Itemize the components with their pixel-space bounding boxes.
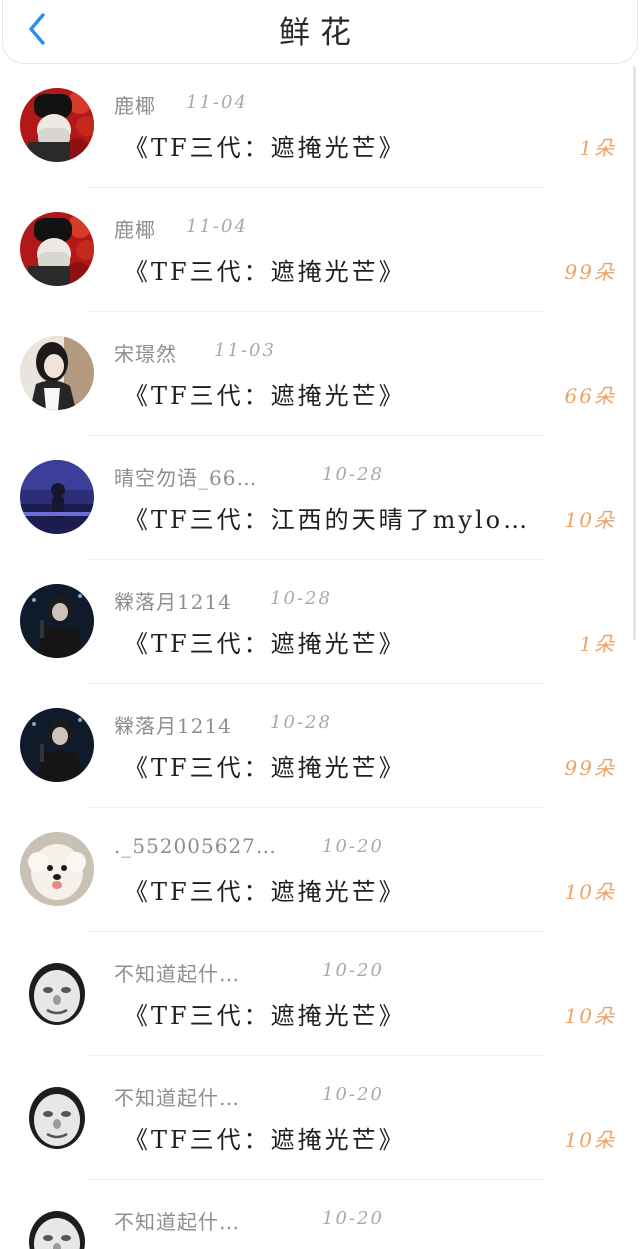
- flower-count: 99朵: [564, 260, 616, 284]
- row-meta: 晴空勿语_66… 10-28: [114, 462, 382, 491]
- username[interactable]: 鹿椰: [114, 90, 156, 119]
- avatar-image: [20, 336, 94, 410]
- list-item[interactable]: 晴空勿语_66… 10-28 《TF三代：江西的天晴了mylo… 10朵: [0, 436, 640, 560]
- avatar[interactable]: [20, 708, 94, 782]
- song-title: 《TF三代：遮掩光芒》: [124, 1002, 406, 1030]
- avatar[interactable]: [20, 1080, 94, 1154]
- song-title: 《TF三代：江西的天晴了mylo…: [124, 506, 531, 534]
- list-item[interactable]: 不知道起什… 10-20 《TF三代：遮掩光芒》 10朵: [0, 932, 640, 1056]
- list-item[interactable]: 檾落月1214 10-28 《TF三代：遮掩光芒》 99朵: [0, 684, 640, 808]
- flower-count: 10朵: [564, 880, 616, 904]
- list-item[interactable]: 不知道起什… 10-20 《TF三代：遮掩光芒》 10朵: [0, 1056, 640, 1180]
- row-meta: ._552005627… 10-20: [114, 834, 382, 860]
- row-meta: 不知道起什… 10-20: [114, 1206, 382, 1235]
- date: 10-20: [322, 836, 384, 857]
- top-bar: 鲜花: [2, 0, 638, 64]
- avatar-image: [20, 832, 94, 906]
- page-title: 鲜花: [279, 15, 361, 51]
- username[interactable]: ._552005627…: [114, 834, 277, 858]
- date: 11-04: [186, 216, 248, 237]
- username[interactable]: 不知道起什…: [114, 958, 240, 987]
- avatar-image: [20, 1204, 94, 1249]
- list-item[interactable]: 不知道起什… 10-20: [0, 1180, 640, 1249]
- song-title: 《TF三代：遮掩光芒》: [124, 630, 406, 658]
- row-meta: 鹿椰 11-04: [114, 90, 246, 119]
- avatar[interactable]: [20, 956, 94, 1030]
- date: 11-03: [214, 340, 276, 361]
- avatar-image: [20, 708, 94, 782]
- avatar-image: [20, 956, 94, 1030]
- avatar-image: [20, 584, 94, 658]
- date: 11-04: [186, 92, 248, 113]
- row-meta: 不知道起什… 10-20: [114, 958, 382, 987]
- date: 10-28: [270, 588, 332, 609]
- flower-count: 1朵: [579, 136, 616, 160]
- song-title: 《TF三代：遮掩光芒》: [124, 134, 406, 162]
- avatar[interactable]: [20, 1204, 94, 1249]
- username[interactable]: 不知道起什…: [114, 1206, 240, 1235]
- username[interactable]: 檾落月1214: [114, 586, 232, 615]
- song-title: 《TF三代：遮掩光芒》: [124, 754, 406, 782]
- username[interactable]: 宋璟然: [114, 338, 177, 367]
- flower-count: 10朵: [564, 1004, 616, 1028]
- song-title: 《TF三代：遮掩光芒》: [124, 258, 406, 286]
- list-item[interactable]: 鹿椰 11-04 《TF三代：遮掩光芒》 99朵: [0, 188, 640, 312]
- song-title: 《TF三代：遮掩光芒》: [124, 878, 406, 906]
- row-meta: 宋璟然 11-03: [114, 338, 274, 367]
- avatar-image: [20, 212, 94, 286]
- avatar[interactable]: [20, 460, 94, 534]
- avatar[interactable]: [20, 832, 94, 906]
- flower-count: 10朵: [564, 1128, 616, 1152]
- avatar-image: [20, 1080, 94, 1154]
- back-button[interactable]: [21, 8, 53, 50]
- username[interactable]: 鹿椰: [114, 214, 156, 243]
- date: 10-20: [322, 1208, 384, 1229]
- song-title: 《TF三代：遮掩光芒》: [124, 1126, 406, 1154]
- row-meta: 檾落月1214 10-28: [114, 710, 330, 739]
- flower-count: 1朵: [579, 632, 616, 656]
- avatar-image: [20, 460, 94, 534]
- flower-count: 66朵: [564, 384, 616, 408]
- row-meta: 檾落月1214 10-28: [114, 586, 330, 615]
- username[interactable]: 檾落月1214: [114, 710, 232, 739]
- date: 10-28: [270, 712, 332, 733]
- flower-list-page: 鲜花 鹿椰 11-04 《TF三代：遮掩光芒》 1朵 鹿椰 11-04 《TF三…: [0, 0, 640, 1249]
- date: 10-20: [322, 1084, 384, 1105]
- avatar[interactable]: [20, 88, 94, 162]
- list-item[interactable]: ._552005627… 10-20 《TF三代：遮掩光芒》 10朵: [0, 808, 640, 932]
- row-meta: 不知道起什… 10-20: [114, 1082, 382, 1111]
- list-item[interactable]: 宋璟然 11-03 《TF三代：遮掩光芒》 66朵: [0, 312, 640, 436]
- flower-count: 10朵: [564, 508, 616, 532]
- avatar[interactable]: [20, 584, 94, 658]
- flower-record-list: 鹿椰 11-04 《TF三代：遮掩光芒》 1朵 鹿椰 11-04 《TF三代：遮…: [0, 64, 640, 1249]
- scrollbar[interactable]: [633, 66, 636, 640]
- date: 10-20: [322, 960, 384, 981]
- avatar-image: [20, 88, 94, 162]
- date: 10-28: [322, 464, 384, 485]
- avatar[interactable]: [20, 212, 94, 286]
- list-item[interactable]: 檾落月1214 10-28 《TF三代：遮掩光芒》 1朵: [0, 560, 640, 684]
- chevron-left-icon: [29, 13, 45, 45]
- username[interactable]: 晴空勿语_66…: [114, 462, 257, 491]
- list-item[interactable]: 鹿椰 11-04 《TF三代：遮掩光芒》 1朵: [0, 64, 640, 188]
- row-meta: 鹿椰 11-04: [114, 214, 246, 243]
- avatar[interactable]: [20, 336, 94, 410]
- song-title: 《TF三代：遮掩光芒》: [124, 382, 406, 410]
- flower-count: 99朵: [564, 756, 616, 780]
- username[interactable]: 不知道起什…: [114, 1082, 240, 1111]
